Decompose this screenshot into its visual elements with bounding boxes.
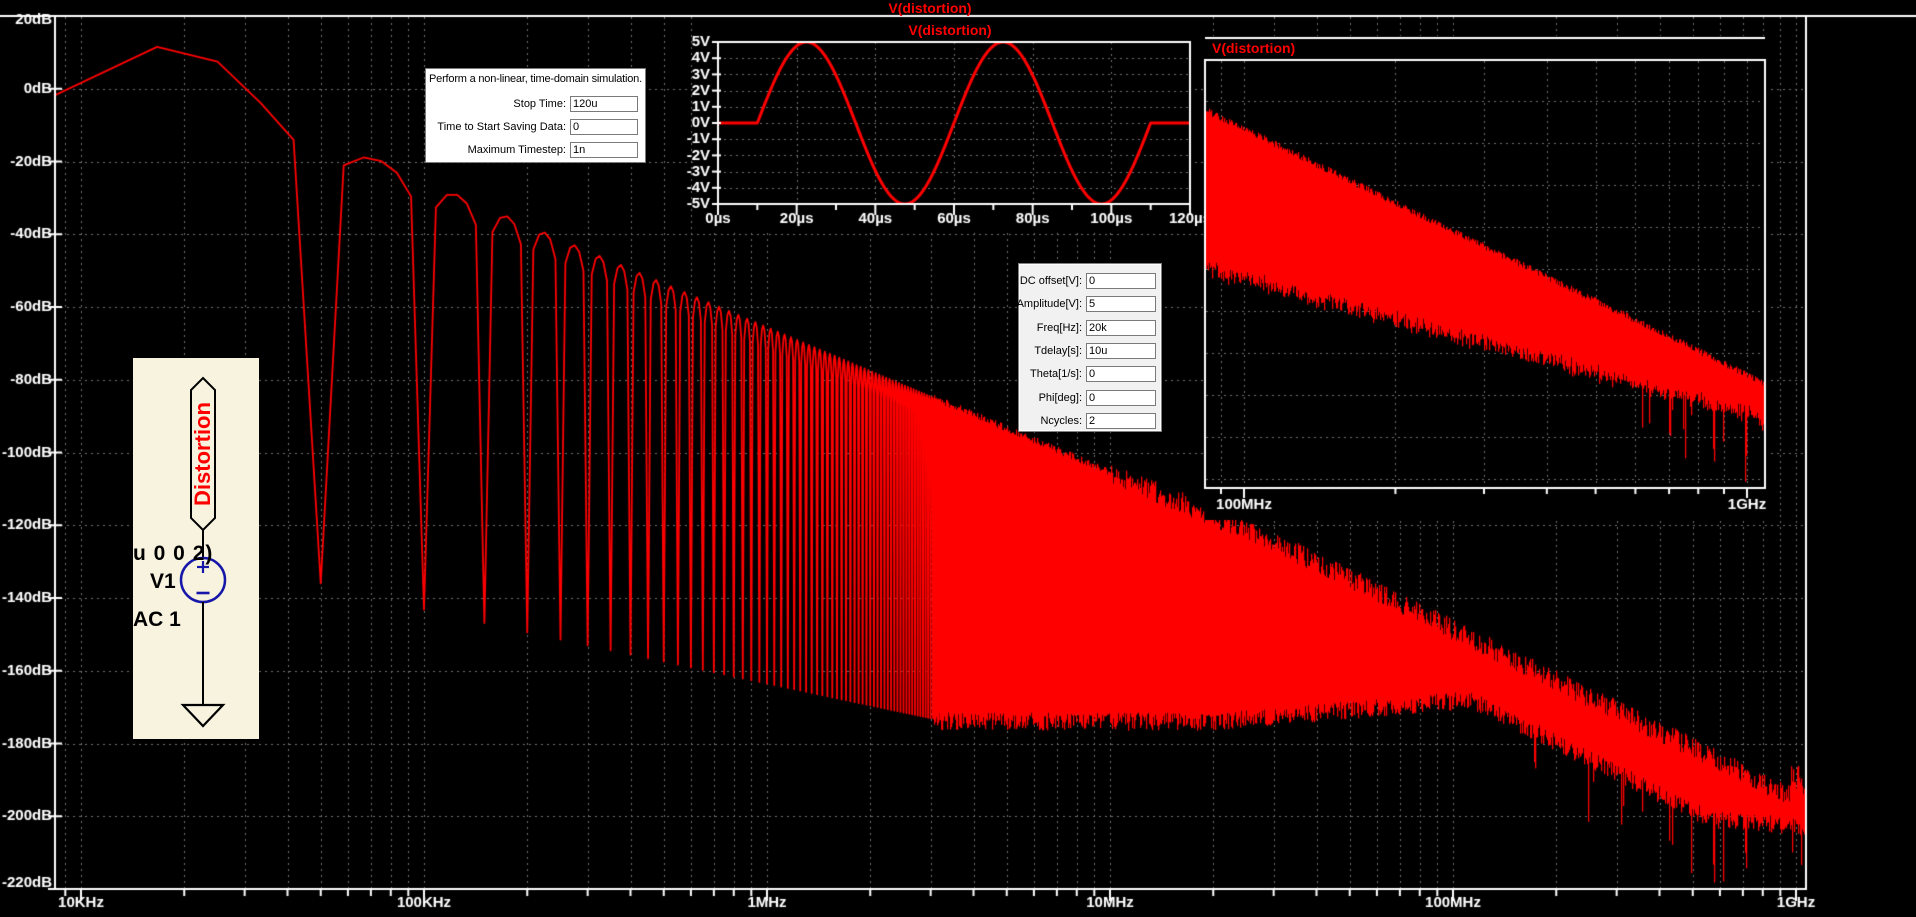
spice-directive-fragment[interactable]: u 0 0 2) bbox=[133, 542, 213, 566]
start-saving-input[interactable] bbox=[570, 118, 638, 135]
sim-dialog-title: Perform a non-linear, time-domain simula… bbox=[429, 73, 642, 85]
theta-row: Theta[1/s]: bbox=[1030, 365, 1156, 382]
freq-inset-title: V(distortion) bbox=[1212, 40, 1296, 56]
main-plot-title: V(distortion) bbox=[888, 0, 972, 16]
dc-offset-row: DC offset[V]: bbox=[1020, 272, 1156, 289]
stop-time-input[interactable] bbox=[570, 95, 638, 112]
ground-symbol[interactable] bbox=[180, 703, 226, 728]
ncycles-input[interactable] bbox=[1086, 412, 1156, 429]
ac-spice-text[interactable]: AC 1 bbox=[133, 608, 181, 632]
phi-row: Phi[deg]: bbox=[1039, 389, 1156, 406]
freq-input[interactable] bbox=[1086, 319, 1156, 336]
max-timestep-label: Maximum Timestep: bbox=[467, 143, 566, 156]
theta-label: Theta[1/s]: bbox=[1030, 367, 1082, 380]
ncycles-row: Ncycles: bbox=[1040, 412, 1156, 429]
schematic-panel: Distortion u 0 0 2) V1 AC 1 bbox=[133, 358, 259, 739]
amplitude-label: Amplitude[V]: bbox=[1016, 297, 1082, 310]
amplitude-input[interactable] bbox=[1086, 295, 1156, 312]
freq-row: Freq[Hz]: bbox=[1037, 319, 1156, 336]
freq-label: Freq[Hz]: bbox=[1036, 321, 1082, 334]
ncycles-label: Ncycles: bbox=[1040, 414, 1082, 427]
theta-input[interactable] bbox=[1086, 365, 1156, 382]
phi-label: Phi[deg]: bbox=[1038, 391, 1082, 404]
transient-sim-dialog: Perform a non-linear, time-domain simula… bbox=[425, 68, 646, 163]
max-timestep-row: Maximum Timestep: bbox=[468, 141, 638, 158]
phi-input[interactable] bbox=[1086, 389, 1156, 406]
tdelay-label: Tdelay[s]: bbox=[1034, 344, 1082, 357]
sine-source-param-dialog: DC offset[V]: Amplitude[V]: Freq[Hz]: Td… bbox=[1017, 263, 1162, 432]
stop-time-label: Stop Time: bbox=[513, 97, 566, 110]
waveform-plot-canvas[interactable] bbox=[0, 0, 1916, 917]
amplitude-row: Amplitude[V]: bbox=[1017, 295, 1156, 312]
max-timestep-input[interactable] bbox=[570, 141, 638, 158]
start-saving-row: Time to Start Saving Data: bbox=[437, 118, 638, 135]
tdelay-input[interactable] bbox=[1086, 342, 1156, 359]
net-label-text[interactable]: Distortion bbox=[190, 402, 215, 506]
dc-offset-label: DC offset[V]: bbox=[1019, 274, 1082, 287]
start-saving-label: Time to Start Saving Data: bbox=[437, 120, 566, 133]
tdelay-row: Tdelay[s]: bbox=[1034, 342, 1156, 359]
stop-time-row: Stop Time: bbox=[513, 95, 638, 112]
source-designator[interactable]: V1 bbox=[150, 570, 176, 594]
time-inset-title: V(distortion) bbox=[908, 22, 992, 38]
dc-offset-input[interactable] bbox=[1086, 272, 1156, 289]
